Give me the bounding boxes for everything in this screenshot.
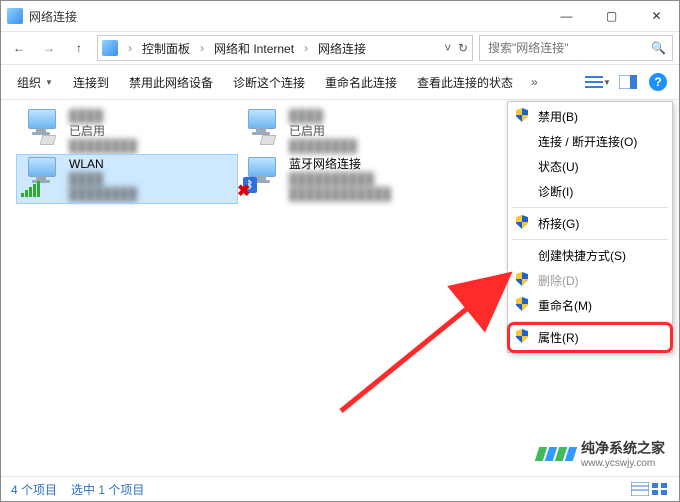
- close-button[interactable]: ✕: [634, 1, 679, 31]
- ctx-status[interactable]: 状态(U): [510, 154, 670, 179]
- status-bar: 4 个项目 选中 1 个项目: [1, 476, 679, 501]
- address-dropdown[interactable]: ˅ ↻: [444, 41, 468, 55]
- preview-pane-button[interactable]: [615, 69, 641, 95]
- connection-item[interactable]: ████ 已启用 ████████: [237, 107, 457, 155]
- connection-desc: ████████: [289, 139, 357, 154]
- view-status-button[interactable]: 查看此连接的状态: [409, 70, 521, 95]
- view-options-button[interactable]: ▼: [585, 69, 611, 95]
- connect-button[interactable]: 连接到: [65, 70, 117, 95]
- context-menu: 禁用(B) 连接 / 断开连接(O) 状态(U) 诊断(I) 桥接(G) 创建快…: [507, 101, 673, 353]
- connection-item[interactable]: ████ 已启用 ████████: [17, 107, 237, 155]
- ctx-delete: 删除(D): [510, 268, 670, 293]
- address-bar[interactable]: › 控制面板 › 网络和 Internet › 网络连接 ˅ ↻: [97, 35, 473, 61]
- window-controls: — ▢ ✕: [544, 1, 679, 31]
- connection-name: WLAN: [69, 157, 137, 172]
- connection-status: 已启用: [69, 124, 137, 139]
- forward-button[interactable]: →: [37, 36, 61, 60]
- connection-name: 蓝牙网络连接: [289, 157, 391, 172]
- connection-status: ████: [69, 172, 137, 187]
- shield-icon: [516, 215, 530, 229]
- watermark: 纯净系统之家 www.ycswjy.com: [537, 438, 665, 469]
- breadcrumb-part[interactable]: 控制面板: [142, 40, 190, 57]
- ctx-disable[interactable]: 禁用(B): [510, 104, 670, 129]
- status-item-count: 4 个项目: [11, 481, 57, 498]
- shield-icon: [516, 297, 530, 311]
- address-row: ← → ↑ › 控制面板 › 网络和 Internet › 网络连接 ˅ ↻ 🔍: [1, 32, 679, 64]
- connection-desc: ████████████: [289, 187, 391, 202]
- chevron-right-icon[interactable]: ›: [304, 41, 308, 55]
- back-button[interactable]: ←: [7, 36, 31, 60]
- chevron-right-icon[interactable]: ›: [200, 41, 204, 55]
- connection-name: ████: [289, 109, 357, 124]
- separator: [512, 239, 668, 240]
- status-selected-count: 选中 1 个项目: [71, 481, 144, 498]
- control-panel-icon: [102, 40, 118, 56]
- help-button[interactable]: ?: [645, 69, 671, 95]
- titlebar: 网络连接 — ▢ ✕: [1, 1, 679, 32]
- ethernet-icon: [241, 109, 281, 147]
- separator: [512, 321, 668, 322]
- disabled-x-icon: ✖: [237, 181, 250, 201]
- watermark-logo-icon: [537, 447, 575, 461]
- window-icon: [7, 8, 23, 24]
- shield-icon: [516, 272, 530, 286]
- wifi-icon: [21, 157, 61, 195]
- search-box[interactable]: 🔍: [479, 35, 673, 61]
- ctx-properties[interactable]: 属性(R): [510, 325, 670, 350]
- ethernet-icon: [21, 109, 61, 147]
- minimize-button[interactable]: —: [544, 1, 589, 31]
- toolbar: 组织▼ 连接到 禁用此网络设备 诊断这个连接 重命名此连接 查看此连接的状态 »…: [1, 64, 679, 100]
- connection-name: ████: [69, 109, 137, 124]
- maximize-button[interactable]: ▢: [589, 1, 634, 31]
- bluetooth-icon: ᛒ ✖: [241, 157, 281, 195]
- chevron-right-icon[interactable]: ›: [128, 41, 132, 55]
- shield-icon: [516, 108, 530, 122]
- rename-button[interactable]: 重命名此连接: [317, 70, 405, 95]
- watermark-sub: www.ycswjy.com: [581, 458, 665, 469]
- ctx-bridge[interactable]: 桥接(G): [510, 211, 670, 236]
- search-icon[interactable]: 🔍: [651, 41, 666, 55]
- separator: [512, 207, 668, 208]
- breadcrumb-part[interactable]: 网络连接: [318, 40, 366, 57]
- diagnose-button[interactable]: 诊断这个连接: [225, 70, 313, 95]
- connection-status: ██████████: [289, 172, 391, 187]
- window: 网络连接 — ▢ ✕ ← → ↑ › 控制面板 › 网络和 Internet ›…: [0, 0, 680, 502]
- ctx-diagnose[interactable]: 诊断(I): [510, 179, 670, 204]
- toolbar-overflow-button[interactable]: »: [525, 75, 544, 89]
- tiles-view-icon[interactable]: [651, 482, 669, 496]
- organize-button[interactable]: 组织▼: [9, 70, 61, 95]
- watermark-text: 纯净系统之家: [581, 440, 665, 456]
- ctx-rename[interactable]: 重命名(M): [510, 293, 670, 318]
- disable-device-button[interactable]: 禁用此网络设备: [121, 70, 221, 95]
- connection-item[interactable]: ᛒ ✖ 蓝牙网络连接 ██████████ ████████████: [237, 155, 497, 203]
- ctx-connect-disconnect[interactable]: 连接 / 断开连接(O): [510, 129, 670, 154]
- search-input[interactable]: [486, 40, 645, 56]
- breadcrumb-part[interactable]: 网络和 Internet: [214, 40, 294, 57]
- connection-desc: ████████: [69, 139, 137, 154]
- ctx-create-shortcut[interactable]: 创建快捷方式(S): [510, 243, 670, 268]
- shield-icon: [516, 329, 530, 343]
- details-view-icon[interactable]: [631, 482, 649, 496]
- connection-status: 已启用: [289, 124, 357, 139]
- window-title: 网络连接: [29, 8, 544, 25]
- up-button[interactable]: ↑: [67, 36, 91, 60]
- connection-desc: ████████: [69, 187, 137, 202]
- connection-item-wlan[interactable]: WLAN ████ ████████: [17, 155, 237, 203]
